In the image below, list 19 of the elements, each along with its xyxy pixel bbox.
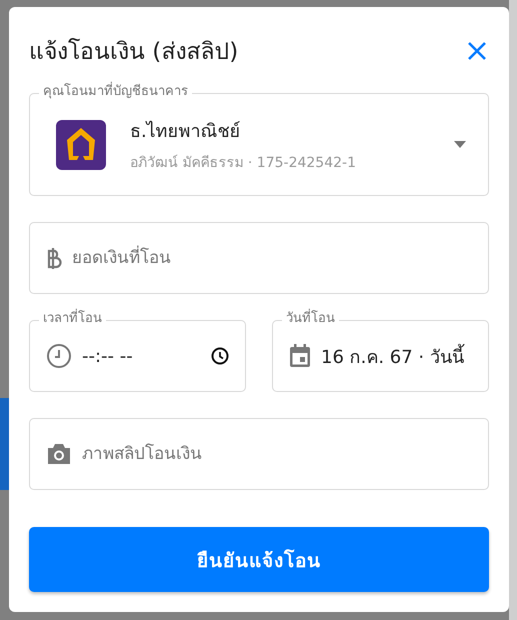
- confirm-button[interactable]: ยืนยันแจ้งโอน: [29, 527, 489, 592]
- placeholder-text: ยอดเงินที่โอน: [72, 246, 472, 270]
- amount-field[interactable]: ยอดเงินที่โอน: [29, 222, 489, 294]
- field-label: คุณโอนมาที่บัญชีธนาคาร: [39, 84, 192, 100]
- calendar-icon: [289, 344, 311, 368]
- clock-icon: [46, 343, 72, 369]
- clock-icon[interactable]: [211, 347, 229, 365]
- bank-name: ธ.ไทยพาณิชย์: [130, 120, 242, 144]
- baht-icon: [46, 247, 62, 269]
- caret-icon: [454, 140, 466, 148]
- camera-icon: [46, 442, 72, 466]
- dialog-title: แจ้งโอนเงิน (ส่งสลิป): [29, 37, 238, 67]
- date-value: 16 ก.ค. 67 · วันนี้: [321, 342, 472, 370]
- account-info: อภิวัฒน์ มัคคีธรรม · 175-242542-1: [130, 154, 357, 173]
- placeholder-text: ภาพสลิปโอนเงิน: [82, 442, 203, 466]
- bank-logo: [56, 120, 106, 170]
- slip-upload-field[interactable]: ภาพสลิปโอนเงิน: [29, 418, 489, 490]
- close-icon: [467, 41, 487, 61]
- time-value: --:-- --: [82, 346, 134, 366]
